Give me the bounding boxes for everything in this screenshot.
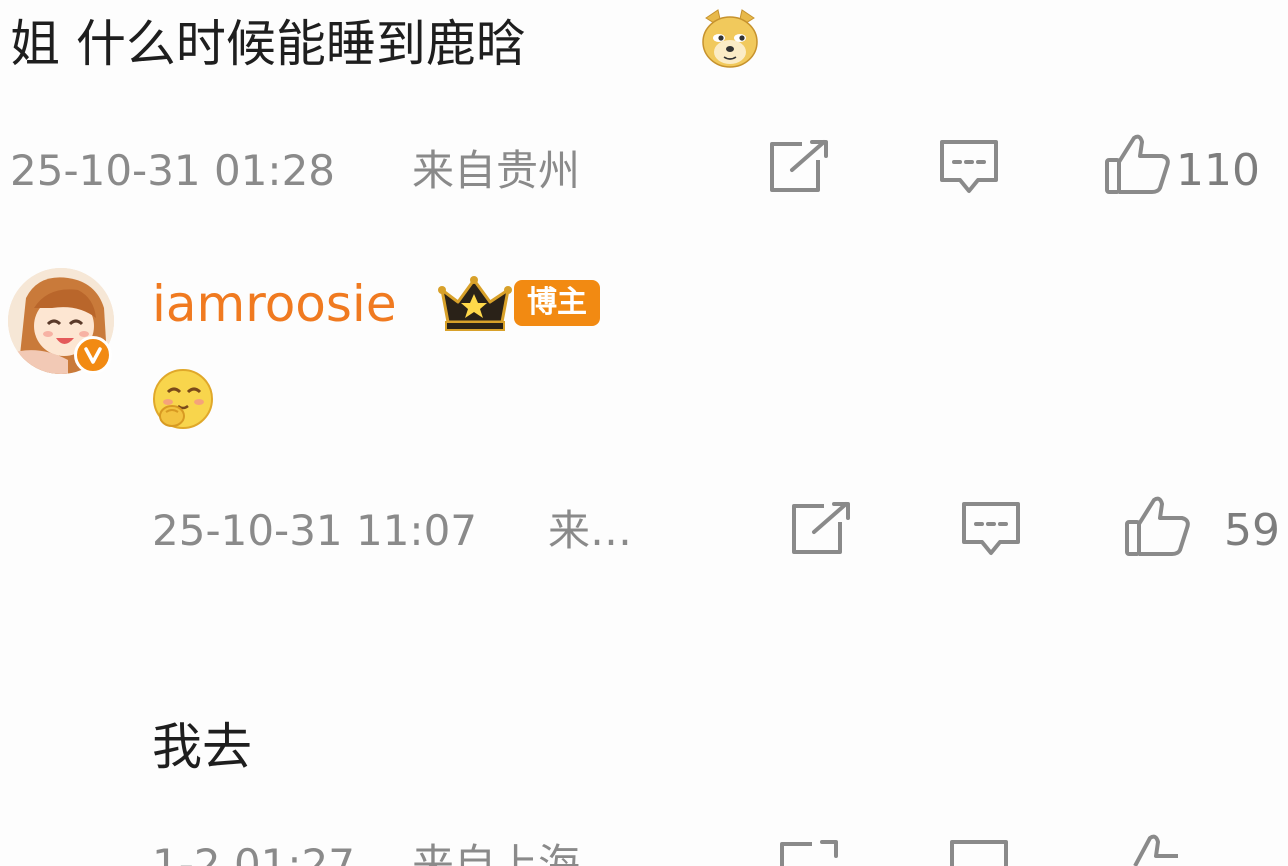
comment-text: 我去 bbox=[152, 718, 252, 776]
share-icon[interactable] bbox=[778, 838, 840, 866]
username[interactable]: iamroosie bbox=[152, 272, 397, 336]
location: 来自贵州 bbox=[412, 146, 581, 195]
like-count: 59 bbox=[1224, 505, 1280, 556]
comment-thread: 姐 什么时候能睡到鹿晗 25-10-31 01:28 来自贵州 110 iamr… bbox=[0, 0, 1288, 866]
timestamp: 1-2 01:27 bbox=[152, 840, 355, 866]
comment-icon[interactable] bbox=[948, 838, 1010, 866]
comment-text: 姐 什么时候能睡到鹿晗 bbox=[10, 15, 526, 73]
blogger-badge-label: 博主 bbox=[527, 285, 587, 320]
like-icon[interactable] bbox=[1124, 494, 1192, 562]
reply-location: 来… bbox=[548, 506, 633, 555]
like-count: 110 bbox=[1176, 145, 1260, 196]
location: 来自上海 bbox=[412, 840, 581, 866]
share-icon[interactable] bbox=[790, 500, 852, 560]
comment-icon[interactable] bbox=[960, 500, 1022, 562]
comment-icon[interactable] bbox=[938, 138, 1000, 200]
doge-emoji-icon bbox=[700, 8, 760, 70]
like-icon[interactable] bbox=[1120, 832, 1188, 866]
reply-timestamp: 25-10-31 11:07 bbox=[152, 506, 478, 555]
shy-smile-emoji-icon bbox=[152, 368, 214, 430]
timestamp: 25-10-31 01:28 bbox=[10, 146, 336, 195]
verified-badge-icon bbox=[74, 336, 112, 374]
like-icon[interactable] bbox=[1104, 132, 1172, 200]
share-icon[interactable] bbox=[768, 138, 830, 198]
